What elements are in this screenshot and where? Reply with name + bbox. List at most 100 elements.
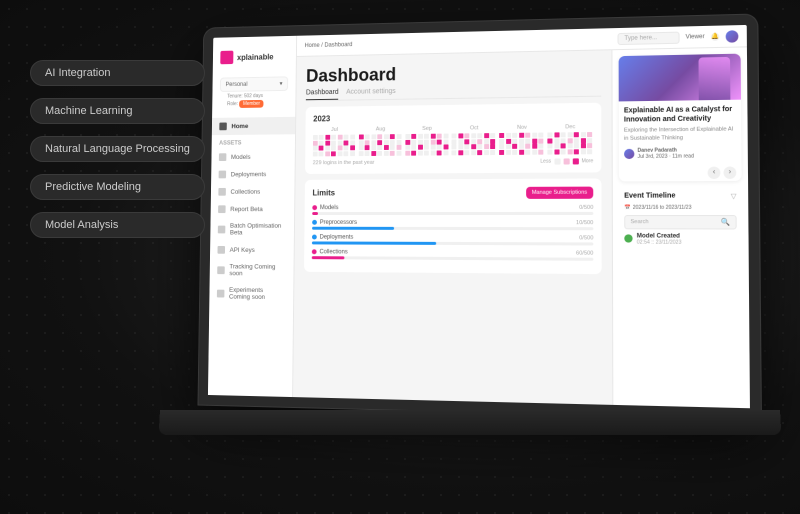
tag-machine-learning[interactable]: Machine Learning bbox=[30, 98, 205, 124]
limit-collections-row: Collections 60/500 bbox=[312, 249, 594, 256]
legend-light bbox=[563, 158, 569, 164]
article-person bbox=[698, 57, 730, 100]
tracking-label: Tracking Coming soon bbox=[229, 263, 286, 277]
calendar-legend: Less More bbox=[540, 158, 593, 164]
manage-subscriptions-button[interactable]: Manage Subscriptions bbox=[526, 186, 594, 198]
cal-month-aug: Aug bbox=[359, 126, 403, 155]
filter-icon[interactable]: ▽ bbox=[731, 192, 737, 200]
header-right: Type here... Viewer 🔔 bbox=[617, 30, 738, 45]
limit-models-row: Models 0/500 bbox=[312, 204, 593, 210]
sep-grid bbox=[405, 134, 449, 156]
author-info: Danev Padarath Jul 3rd, 2023 · 11m read bbox=[637, 147, 694, 160]
dec-grid bbox=[548, 132, 594, 154]
content-left: Dashboard Dashboard Account settings 202… bbox=[293, 50, 612, 405]
collections-label: Collections bbox=[230, 188, 260, 195]
sidebar-item-tracking[interactable]: Tracking Coming soon bbox=[210, 259, 294, 283]
cal-month-sep: Sep bbox=[405, 126, 449, 156]
logo-text: xplainable bbox=[237, 52, 274, 61]
sidebar-item-batch[interactable]: Batch Optimisation Beta bbox=[210, 218, 294, 241]
notification-icon[interactable]: 🔔 bbox=[711, 32, 719, 40]
chevron-down-icon: ▾ bbox=[280, 80, 283, 87]
tracking-icon bbox=[217, 266, 225, 274]
event-item-model-created: Model Created 02:54 :: 23/11/2023 bbox=[624, 233, 737, 246]
api-label: API Keys bbox=[230, 246, 255, 253]
preprocessors-limit-icon bbox=[312, 220, 317, 225]
laptop-device: xplainable Personal ▾ Tenure: 502 days R… bbox=[160, 20, 780, 500]
cal-month-jul: Jul bbox=[313, 127, 356, 156]
sidebar-item-models[interactable]: Models bbox=[211, 148, 295, 166]
timeline-title: Event Timeline bbox=[624, 193, 675, 200]
nov-label: Nov bbox=[499, 125, 544, 132]
search-icon: 🔍 bbox=[721, 218, 730, 226]
limit-models-label: Models bbox=[312, 205, 338, 211]
calendar-year: 2023 bbox=[313, 111, 593, 124]
laptop-base bbox=[159, 410, 782, 435]
calendar-icon: 📅 bbox=[624, 204, 630, 210]
sidebar-item-home[interactable]: Home bbox=[212, 117, 295, 135]
preprocessors-bar-bg bbox=[312, 226, 593, 229]
calendar-months: Jul Aug bbox=[313, 124, 593, 156]
tag-ai-integration[interactable]: AI Integration bbox=[30, 60, 205, 86]
limit-preprocessors: Preprocessors 10/500 bbox=[312, 219, 593, 229]
content-tabs: Dashboard Account settings bbox=[306, 85, 601, 102]
assets-label: Assets bbox=[212, 134, 295, 148]
event-time: 02:54 :: 23/11/2023 bbox=[637, 239, 737, 246]
next-article-button[interactable]: › bbox=[723, 166, 736, 178]
cal-month-nov: Nov bbox=[499, 125, 544, 155]
legend-empty bbox=[554, 158, 560, 164]
cal-month-oct: Oct bbox=[452, 125, 497, 155]
user-name: Personal bbox=[225, 81, 247, 87]
prev-article-button[interactable]: ‹ bbox=[708, 166, 721, 178]
event-dot bbox=[624, 234, 632, 242]
user-avatar[interactable] bbox=[726, 30, 739, 43]
tag-predictive-modeling[interactable]: Predictive Modeling bbox=[30, 174, 205, 200]
sidebar-item-deployments[interactable]: Deployments bbox=[211, 165, 295, 183]
search-placeholder: Type here... bbox=[624, 35, 657, 42]
author-avatar bbox=[624, 148, 634, 158]
sep-label: Sep bbox=[405, 126, 449, 132]
limit-deployments-value: 0/500 bbox=[579, 235, 593, 241]
viewer-label: Viewer bbox=[686, 34, 705, 41]
user-dropdown[interactable]: Personal ▾ bbox=[220, 76, 288, 92]
sidebar-item-experiments[interactable]: Experiments Coming soon bbox=[209, 282, 293, 306]
experiments-label: Experiments Coming soon bbox=[229, 287, 286, 301]
article-body: Explainable AI as a Catalyst for Innovat… bbox=[619, 100, 742, 165]
logo: xplainable bbox=[213, 43, 296, 70]
app-sidebar: xplainable Personal ▾ Tenure: 502 days R… bbox=[208, 36, 297, 397]
tab-dashboard[interactable]: Dashboard bbox=[306, 89, 339, 100]
collections-bar-fill bbox=[312, 256, 345, 259]
limit-collections-value: 60/500 bbox=[576, 250, 593, 256]
role-row: Role: Member bbox=[227, 99, 280, 108]
sidebar-item-reports[interactable]: Report Beta bbox=[211, 200, 295, 218]
sidebar-item-api[interactable]: API Keys bbox=[210, 241, 294, 259]
tenure-info: Tenure: 502 days Role: Member bbox=[220, 91, 288, 110]
role-badge: Member bbox=[239, 100, 264, 108]
limit-deployments: Deployments 0/500 bbox=[312, 234, 593, 245]
sidebar-item-collections[interactable]: Collections bbox=[211, 183, 295, 201]
limit-deployments-row: Deployments 0/500 bbox=[312, 234, 593, 241]
models-label: Models bbox=[231, 154, 251, 161]
experiments-icon bbox=[217, 290, 225, 298]
article-image bbox=[619, 54, 741, 102]
deployments-label: Deployments bbox=[231, 171, 267, 178]
collections-icon bbox=[218, 188, 226, 196]
models-bar-bg bbox=[312, 211, 593, 214]
article-author: Danev Padarath Jul 3rd, 2023 · 11m read bbox=[624, 146, 736, 159]
cal-month-dec: Dec bbox=[548, 124, 594, 154]
limit-preprocessors-label: Preprocessors bbox=[312, 219, 357, 225]
search-box[interactable]: Type here... bbox=[617, 31, 679, 44]
models-bar-fill bbox=[312, 212, 317, 215]
logo-icon bbox=[220, 51, 233, 65]
event-timeline: Event Timeline ▽ 📅 2023/11/16 to 2023/11… bbox=[619, 187, 742, 251]
collections-bar-bg bbox=[312, 256, 594, 261]
timeline-header: Event Timeline ▽ bbox=[624, 192, 736, 200]
reports-icon bbox=[218, 205, 226, 213]
article-card: Explainable AI as a Catalyst for Innovat… bbox=[619, 54, 742, 181]
calendar-section: 2023 Jul bbox=[305, 103, 601, 174]
author-date: Jul 3rd, 2023 · 11m read bbox=[637, 153, 694, 160]
tag-model-analysis[interactable]: Model Analysis bbox=[30, 212, 205, 238]
tab-account-settings[interactable]: Account settings bbox=[346, 88, 396, 100]
timeline-search[interactable]: Search 🔍 bbox=[624, 215, 736, 229]
page-title: Dashboard bbox=[306, 60, 601, 86]
tag-nlp[interactable]: Natural Language Processing bbox=[30, 136, 205, 162]
